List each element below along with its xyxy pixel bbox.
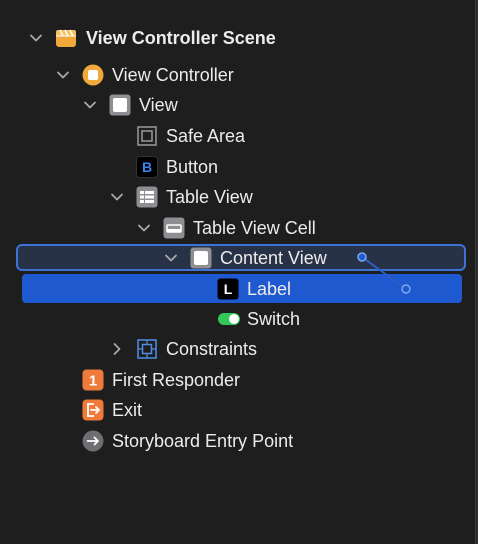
view-controller-icon	[82, 64, 104, 86]
tree-row-constraints[interactable]: Constraints	[0, 334, 474, 364]
tree-row-view-controller[interactable]: View Controller	[0, 60, 474, 90]
view-icon	[109, 94, 131, 116]
tree-label: Exit	[112, 400, 143, 420]
tree-label: Button	[166, 157, 219, 177]
tree-row-view[interactable]: View	[0, 90, 474, 120]
tree-label: Table View Cell	[193, 218, 316, 238]
svg-text:L: L	[224, 281, 233, 297]
tree-label: First Responder	[112, 370, 241, 390]
chevron-down-icon[interactable]	[83, 98, 97, 112]
chevron-down-icon[interactable]	[164, 251, 178, 265]
chevron-down-icon[interactable]	[137, 221, 151, 235]
tree-row-view-controller-scene[interactable]: View Controller Scene	[0, 23, 474, 53]
tree-label: View Controller	[112, 65, 234, 85]
tree-row-storyboard-entry-point[interactable]: Storyboard Entry Point	[0, 426, 474, 456]
button-icon: B	[136, 156, 158, 178]
tree-row-label[interactable]: L Label	[0, 274, 474, 304]
tree-row-first-responder[interactable]: 1 First Responder	[0, 365, 474, 395]
tree-label: Content View	[220, 248, 327, 268]
tree-row-button[interactable]: B Button	[0, 152, 474, 182]
arrow-right-icon	[82, 430, 104, 452]
content-view-icon	[190, 247, 212, 269]
constraints-icon	[136, 338, 158, 360]
tree-label: Label	[247, 279, 292, 299]
switch-icon	[217, 308, 243, 330]
tree-label: Switch	[247, 309, 301, 329]
chevron-down-icon[interactable]	[29, 31, 43, 45]
first-responder-icon: 1	[82, 369, 104, 391]
tree-row-table-view[interactable]: Table View	[0, 182, 474, 212]
chevron-down-icon[interactable]	[56, 68, 70, 82]
tree-row-table-view-cell[interactable]: Table View Cell	[0, 213, 474, 243]
chevron-down-icon[interactable]	[110, 190, 124, 204]
svg-text:B: B	[142, 159, 152, 175]
tree-label: Table View	[166, 187, 253, 207]
chevron-right-icon[interactable]	[110, 342, 124, 356]
table-view-cell-icon	[163, 217, 185, 239]
tree-label: Storyboard Entry Point	[112, 431, 294, 451]
scene-icon	[55, 27, 77, 49]
tree-row-switch[interactable]: Switch	[0, 304, 474, 334]
label-icon: L	[217, 278, 239, 300]
tree-row-safe-area[interactable]: Safe Area	[0, 121, 474, 151]
exit-icon	[82, 399, 104, 421]
tree-row-exit[interactable]: Exit	[0, 395, 474, 425]
table-view-icon	[136, 186, 158, 208]
safe-area-icon	[136, 125, 158, 147]
tree-label: Constraints	[166, 339, 258, 359]
tree-label: View	[139, 95, 178, 115]
tree-row-content-view[interactable]: Content View	[0, 243, 474, 273]
tree-label: Safe Area	[166, 126, 246, 146]
svg-text:1: 1	[89, 373, 97, 390]
tree-label: View Controller Scene	[86, 28, 276, 48]
